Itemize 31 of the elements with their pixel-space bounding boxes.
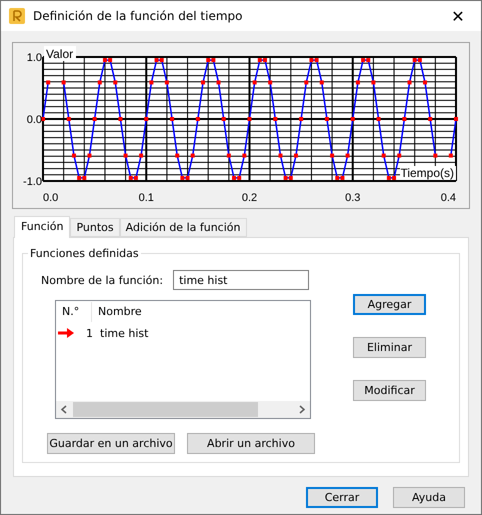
x-tick-label: 0.0	[43, 192, 58, 204]
column-header[interactable]: Nombre	[92, 302, 142, 322]
y-tick-label: 0.0	[26, 114, 42, 126]
tab[interactable]: Función	[14, 216, 70, 238]
close-button[interactable]: ✕	[435, 6, 481, 26]
x-tick-label: 0.3	[345, 192, 360, 204]
action-button[interactable]: Agregar	[353, 294, 426, 315]
tab[interactable]: Puntos	[70, 218, 120, 237]
dialog-button[interactable]: Ayuda	[393, 487, 465, 508]
function-name[interactable]: time hist	[100, 326, 148, 340]
group-title: Funciones definidas	[29, 247, 140, 260]
file-button[interactable]: Guardar en un archivo	[47, 433, 175, 454]
x-tick-label: 0.4	[440, 192, 456, 204]
y-tick-label: 1.0	[26, 52, 42, 64]
column-header[interactable]: N.°	[56, 302, 92, 322]
horizontal-scrollbar[interactable]	[56, 401, 310, 418]
field-label: Nombre de la función:	[41, 274, 164, 286]
y-tick-label: -1.0	[23, 176, 42, 188]
window-title: Definición de la función del tiempo	[33, 9, 244, 23]
y-axis-title: Valor	[44, 46, 76, 61]
x-tick-label: 0.2	[242, 192, 258, 204]
dialog-button[interactable]: Cerrar	[306, 487, 378, 508]
x-tick-label: 0.1	[138, 192, 154, 204]
tab[interactable]: Adición de la función	[120, 218, 246, 237]
x-axis-title: Tiempo(s)	[400, 166, 456, 180]
row-number: 1	[85, 326, 94, 340]
file-button[interactable]: Abrir un archivo	[187, 433, 315, 454]
action-button[interactable]: Eliminar	[353, 337, 426, 358]
name-field[interactable]: time hist	[173, 270, 310, 290]
app-logo-icon	[9, 8, 25, 24]
action-button[interactable]: Modificar	[353, 380, 426, 401]
